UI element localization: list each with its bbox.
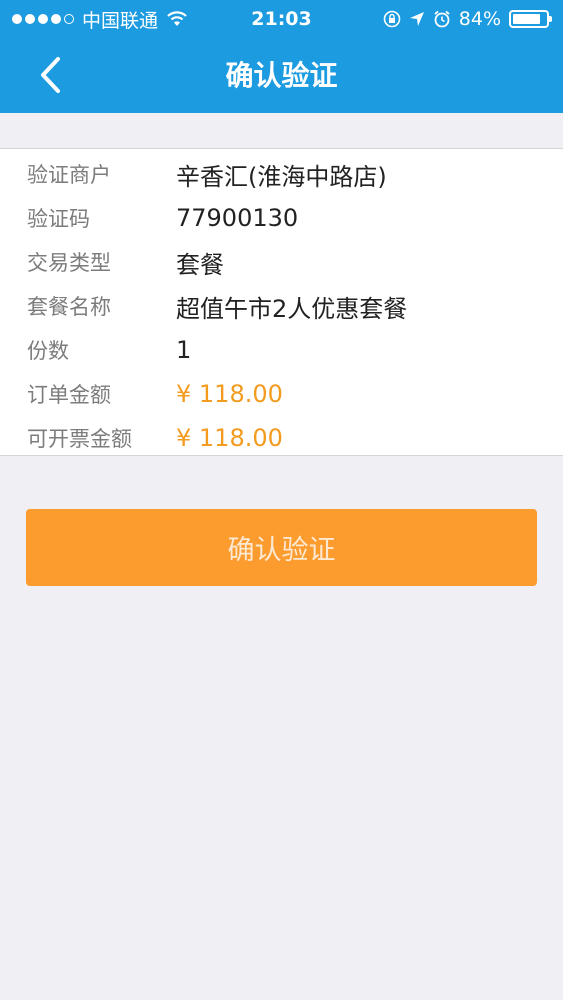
- battery-icon: [509, 10, 552, 28]
- detail-label: 交易类型: [27, 251, 111, 275]
- detail-value: 1: [176, 336, 192, 364]
- status-right: 84%: [383, 8, 552, 30]
- page-title: 确认验证: [225, 59, 338, 92]
- detail-value: 77900130: [176, 204, 299, 232]
- back-button[interactable]: [28, 50, 72, 100]
- status-left: 中国联通: [12, 6, 188, 33]
- detail-label: 验证商户: [27, 163, 111, 187]
- detail-row-type: 交易类型 套餐: [0, 240, 563, 284]
- detail-row-quantity: 份数 1: [0, 328, 563, 372]
- detail-value: 辛香汇(淮海中路店): [176, 162, 387, 191]
- detail-label: 订单金额: [27, 383, 111, 407]
- wifi-icon: [167, 11, 187, 26]
- detail-row-code: 验证码 77900130: [0, 196, 563, 240]
- chevron-left-icon: [41, 57, 60, 93]
- detail-row-order-amount: 订单金额 ¥ 118.00: [0, 372, 563, 416]
- order-amount: ¥ 118.00: [176, 380, 283, 408]
- battery-level: [513, 14, 540, 24]
- detail-row-merchant: 验证商户 辛香汇(淮海中路店): [0, 152, 563, 196]
- invoice-amount: ¥ 118.00: [176, 424, 283, 452]
- rotation-lock-icon: [383, 10, 401, 28]
- detail-label: 份数: [27, 339, 69, 363]
- detail-label: 可开票金额: [27, 427, 132, 451]
- verification-details: 验证商户 辛香汇(淮海中路店) 验证码 77900130 交易类型 套餐 套餐名…: [0, 148, 563, 456]
- location-arrow-icon: [409, 12, 424, 26]
- battery-percent: 84%: [458, 8, 501, 30]
- detail-value: 超值午市2人优惠套餐: [176, 294, 408, 323]
- detail-row-package: 套餐名称 超值午市2人优惠套餐: [0, 284, 563, 328]
- detail-row-invoice-amount: 可开票金额 ¥ 118.00: [0, 416, 563, 460]
- detail-label: 验证码: [27, 207, 90, 231]
- carrier-name: 中国联通: [82, 9, 159, 32]
- alarm-icon: [434, 10, 450, 28]
- confirm-verify-button[interactable]: 确认验证: [26, 509, 537, 586]
- detail-value: 套餐: [176, 250, 224, 279]
- status-bar: 中国联通 21:03 84%: [0, 0, 563, 38]
- detail-label: 套餐名称: [27, 295, 111, 319]
- header: 中国联通 21:03 84% 确认验证: [0, 0, 563, 113]
- signal-dots-icon: [12, 14, 74, 24]
- nav-bar: 确认验证: [0, 38, 563, 113]
